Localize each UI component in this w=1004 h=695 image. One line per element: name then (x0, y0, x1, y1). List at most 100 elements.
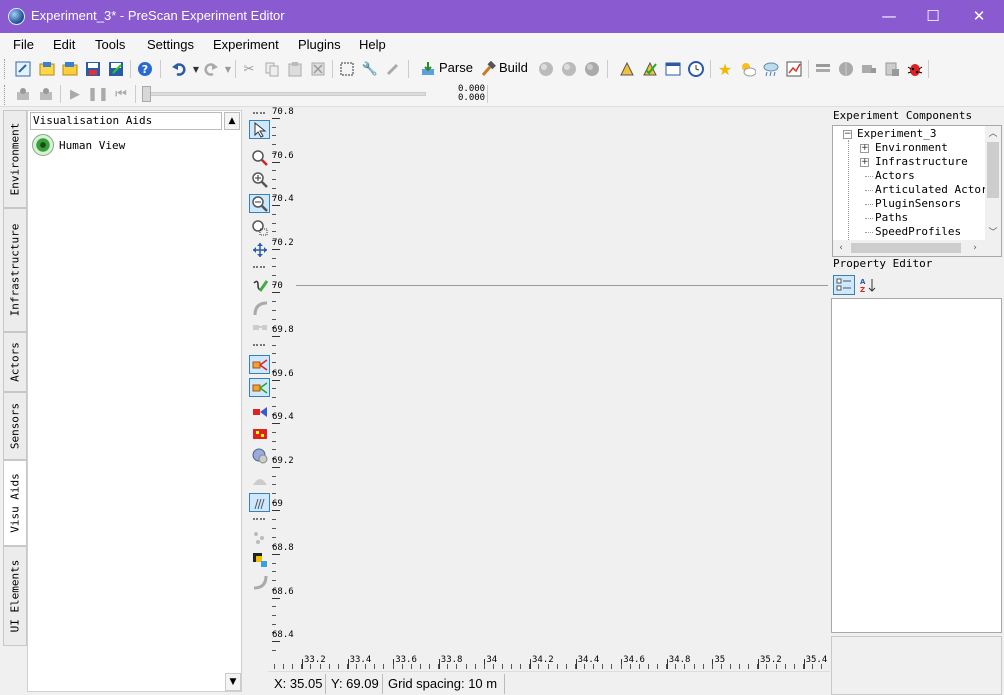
scroll-down-icon[interactable]: ▼ (225, 673, 241, 691)
color-blocks-icon[interactable] (249, 550, 270, 569)
menu-edit[interactable]: Edit (53, 37, 75, 52)
checker-icon[interactable] (249, 424, 270, 443)
dome-icon[interactable] (249, 470, 270, 489)
chart-icon[interactable] (785, 60, 803, 78)
tab-actors[interactable]: Actors (3, 332, 27, 392)
list-item-human-view[interactable]: Human View (32, 134, 125, 156)
zoom-extents-icon[interactable] (249, 218, 270, 237)
tree-item-articulated-actors[interactable]: Articulated Actors (875, 183, 994, 196)
cut-icon[interactable]: ✂ (240, 60, 258, 78)
globe-icon[interactable] (837, 60, 855, 78)
road-icon[interactable] (618, 60, 636, 78)
curve-path-icon[interactable] (249, 298, 270, 317)
property-grid[interactable] (831, 298, 1002, 633)
sphere-icon[interactable] (583, 60, 601, 78)
play-icon[interactable]: ▶ (66, 85, 84, 103)
sphere-icon[interactable] (560, 60, 578, 78)
star-icon[interactable]: ★ (716, 60, 734, 79)
pencil-icon[interactable] (384, 60, 402, 78)
tree-item-infrastructure[interactable]: Infrastructure (875, 155, 968, 168)
weather-icon[interactable] (739, 60, 757, 78)
tree-item-paths[interactable]: Paths (875, 211, 908, 224)
arc-icon[interactable] (249, 572, 270, 591)
collapse-up-icon[interactable]: ▲ (224, 112, 240, 130)
tree-vertical-scrollbar[interactable]: ︿ ﹀ (985, 126, 1001, 241)
time-slider-track[interactable] (142, 92, 426, 96)
menu-plugins[interactable]: Plugins (298, 37, 341, 52)
scroll-left-icon[interactable]: ‹ (833, 240, 849, 256)
sort-az-icon[interactable]: AZ (857, 275, 879, 295)
globe-sensor-icon[interactable] (249, 446, 270, 465)
open-folder-icon[interactable] (61, 60, 79, 78)
wrench-icon[interactable]: 🔧 (361, 60, 379, 78)
debug-bug-icon[interactable] (906, 60, 924, 78)
menu-tools[interactable]: Tools (95, 37, 125, 52)
tree-horizontal-scrollbar[interactable]: ‹ › (833, 240, 1001, 256)
minimize-button[interactable]: — (866, 0, 912, 33)
layers-icon[interactable] (814, 60, 832, 78)
zoom-icon[interactable] (249, 148, 270, 167)
toolbar-grip[interactable] (4, 59, 7, 79)
connect-path-icon[interactable] (249, 318, 270, 337)
scene-canvas[interactable] (296, 108, 828, 668)
pause-icon[interactable]: ❚❚ (87, 85, 109, 103)
run-config-icon[interactable] (37, 85, 55, 103)
tree-root[interactable]: Experiment_3 (857, 127, 936, 140)
calendar-icon[interactable] (664, 60, 682, 78)
tab-sensors[interactable]: Sensors (3, 392, 27, 460)
new-icon[interactable] (14, 60, 32, 78)
tab-infrastructure[interactable]: Infrastructure (3, 208, 27, 332)
menu-file[interactable]: File (13, 37, 34, 52)
scroll-right-icon[interactable]: › (967, 240, 983, 256)
lidar-sensor-icon[interactable] (249, 402, 270, 421)
rewind-icon[interactable]: ⏮ (112, 85, 130, 103)
draw-path-icon[interactable] (249, 275, 270, 294)
menu-help[interactable]: Help (359, 37, 386, 52)
toolbar-grip[interactable] (4, 85, 7, 105)
collapse-icon[interactable]: − (843, 130, 852, 139)
delete-icon[interactable] (309, 60, 327, 78)
undo-icon[interactable] (170, 60, 188, 78)
redo-icon[interactable] (202, 60, 220, 78)
clock-icon[interactable] (687, 60, 705, 78)
parse-button[interactable]: Parse (439, 60, 473, 75)
close-button[interactable]: ✕ (956, 0, 1002, 33)
expand-icon[interactable]: + (860, 158, 869, 167)
build-icon[interactable] (479, 60, 497, 78)
scroll-down-icon[interactable]: ﹀ (985, 225, 1001, 241)
beam-pattern-icon[interactable] (249, 493, 270, 512)
build-button[interactable]: Build (499, 60, 528, 75)
vehicle-icon[interactable] (860, 60, 878, 78)
paste-icon[interactable] (286, 60, 304, 78)
menu-experiment[interactable]: Experiment (213, 37, 279, 52)
scrollbar-thumb[interactable] (851, 243, 961, 253)
save-icon[interactable] (84, 60, 102, 78)
tab-visu-aids[interactable]: Visu Aids (3, 460, 27, 546)
select-pointer-icon[interactable] (249, 120, 270, 139)
tree-item-environment[interactable]: Environment (875, 141, 948, 154)
zoom-in-icon[interactable] (249, 170, 270, 189)
time-slider-thumb[interactable] (142, 86, 151, 102)
select-all-icon[interactable] (338, 60, 356, 78)
help-icon[interactable]: ? (136, 60, 154, 78)
pan-move-icon[interactable] (249, 240, 270, 259)
scrollbar-thumb[interactable] (987, 142, 999, 198)
expand-icon[interactable]: + (860, 144, 869, 153)
copy-icon[interactable] (263, 60, 281, 78)
tree-item-speedprofiles[interactable]: SpeedProfiles (875, 225, 961, 238)
categorized-icon[interactable] (833, 275, 855, 295)
scroll-up-icon[interactable]: ︿ (985, 126, 1001, 142)
experiment-components-tree[interactable]: − Experiment_3 + Environment + Infrastru… (832, 125, 1002, 257)
tab-ui-elements[interactable]: UI Elements (3, 546, 27, 646)
sphere-icon[interactable] (537, 60, 555, 78)
parse-icon[interactable] (419, 60, 437, 78)
run-setup-icon[interactable] (14, 85, 32, 103)
open-icon[interactable] (38, 60, 56, 78)
zoom-out-icon[interactable] (249, 194, 270, 213)
tree-item-pluginsensors[interactable]: PluginSensors (875, 197, 961, 210)
camera-sensor-icon[interactable] (249, 355, 270, 374)
scatter-icon[interactable] (249, 528, 270, 547)
radar-sensor-icon[interactable] (249, 378, 270, 397)
menu-settings[interactable]: Settings (147, 37, 194, 52)
maximize-button[interactable]: ☐ (910, 0, 956, 33)
